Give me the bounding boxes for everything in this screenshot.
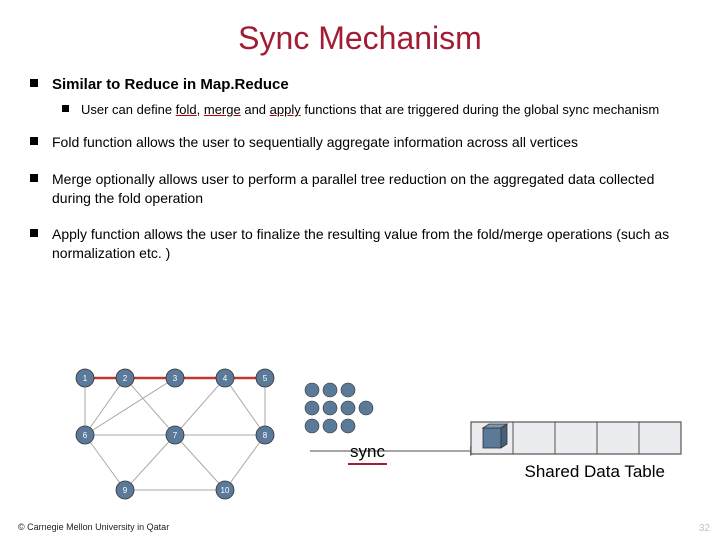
text-apply: apply (270, 102, 301, 117)
svg-text:7: 7 (173, 431, 178, 440)
shared-data-table-label: Shared Data Table (524, 462, 665, 482)
svg-text:9: 9 (123, 486, 128, 495)
bullet-text: Similar to Reduce in Map.Reduce (52, 75, 690, 95)
bullet-text: Apply function allows the user to finali… (52, 225, 690, 263)
bullet-icon (30, 137, 38, 145)
text-fragment: User can define (81, 102, 176, 117)
text-fold: fold (176, 102, 197, 117)
bullet-icon (30, 229, 38, 237)
sub-bullet-item: User can define fold, merge and apply fu… (62, 101, 690, 119)
bullet-item: Merge optionally allows user to perform … (30, 170, 690, 208)
bullet-item: Fold function allows the user to sequent… (30, 133, 690, 152)
sub-bullet-text: User can define fold, merge and apply fu… (81, 101, 690, 119)
text-fragment: functions that are triggered during the … (301, 102, 659, 117)
page-number: 32 (699, 523, 710, 534)
vertex-graph-diagram: 1 2 3 4 5 6 7 8 9 10 (60, 360, 290, 510)
graphics-area: 1 2 3 4 5 6 7 8 9 10 sync (0, 340, 720, 510)
shared-data-table-diagram (470, 421, 682, 455)
sync-label: sync (348, 442, 387, 465)
bullet-text: Fold function allows the user to sequent… (52, 133, 690, 152)
bullet-list: Similar to Reduce in Map.Reduce User can… (30, 75, 690, 263)
svg-text:4: 4 (223, 374, 228, 383)
slide: Sync Mechanism Similar to Reduce in Map.… (0, 0, 720, 540)
text-fragment: , (197, 102, 204, 117)
slide-title: Sync Mechanism (30, 20, 690, 57)
bullet-text: Merge optionally allows user to perform … (52, 170, 690, 208)
node-cluster-diagram (300, 380, 390, 442)
bullet-icon (30, 174, 38, 182)
svg-text:10: 10 (221, 486, 230, 495)
svg-text:2: 2 (123, 374, 128, 383)
bullet-icon (30, 79, 38, 87)
svg-text:1: 1 (83, 374, 88, 383)
svg-text:5: 5 (263, 374, 268, 383)
svg-text:6: 6 (83, 431, 88, 440)
footer-copyright: © Carnegie Mellon University in Qatar (18, 522, 169, 532)
bullet-item: Similar to Reduce in Map.Reduce (30, 75, 690, 95)
arrow-icon (310, 441, 480, 461)
text-merge: merge (204, 102, 241, 117)
svg-text:3: 3 (173, 374, 178, 383)
bullet-item: Apply function allows the user to finali… (30, 225, 690, 263)
text-fragment: and (241, 102, 270, 117)
bullet-icon (62, 105, 69, 112)
svg-text:8: 8 (263, 431, 268, 440)
